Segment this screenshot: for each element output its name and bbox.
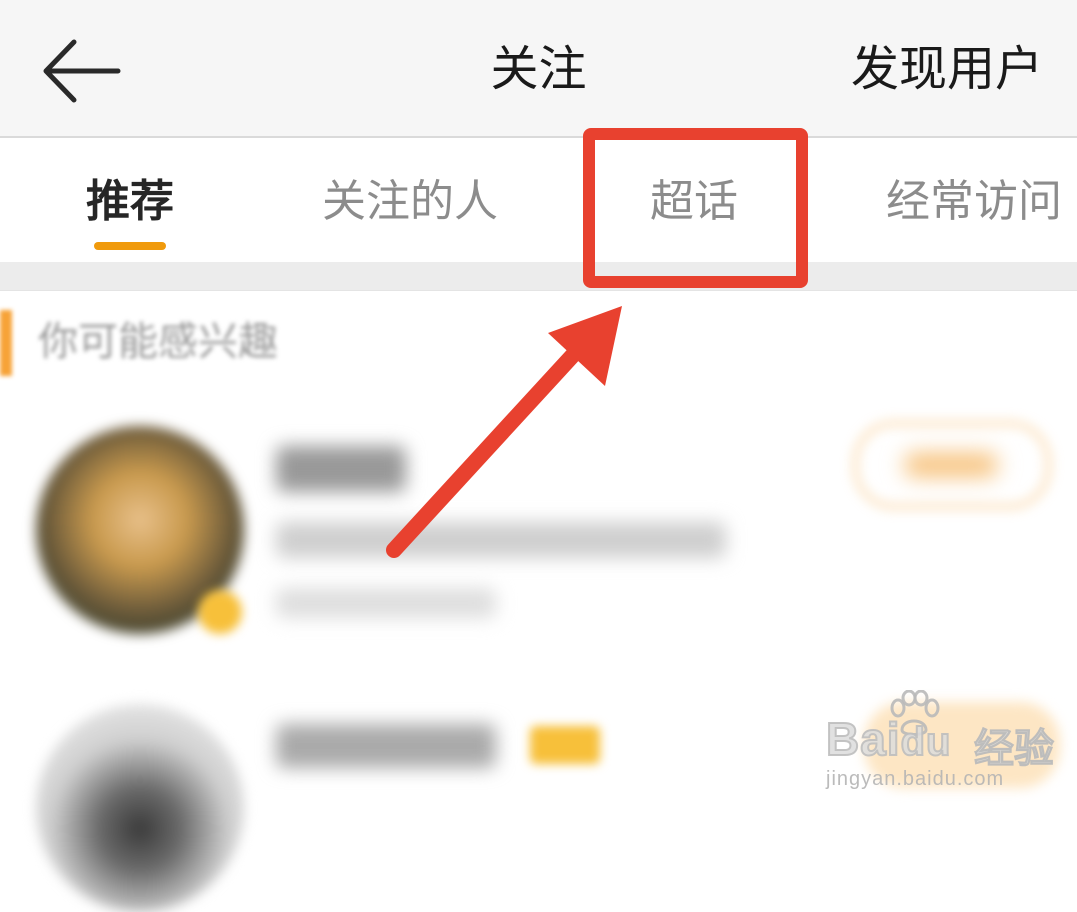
follow-label [905,453,997,477]
avatar[interactable] [36,704,244,912]
tab-frequently-visited[interactable]: 经常访问 [886,172,1062,232]
section-divider [0,262,1077,291]
watermark-logo: Baidu 经验 jingyan.baidu.com [825,690,1066,800]
verified-badge [198,590,242,634]
list-item[interactable] [0,410,1077,650]
section-accent-bar [0,310,12,376]
user-meta [276,588,496,618]
user-name [276,724,496,768]
tab-following[interactable]: 关注的人 [322,172,498,232]
watermark-brand: Baidu [825,712,952,766]
top-navigation-bar: 关注 发现用户 [0,0,1077,138]
tab-recommended[interactable]: 推荐 [86,172,174,232]
tab-bar: 推荐 关注的人 超话 经常访问 [0,138,1077,262]
annotation-highlight-box [583,128,808,288]
watermark-product: 经验 [974,726,1055,773]
section-title: 你可能感兴趣 [38,319,278,365]
user-name [276,446,406,492]
follow-button[interactable] [854,422,1050,508]
active-tab-indicator [94,242,166,250]
discover-users-button[interactable]: 发现用户 [851,36,1043,102]
level-badge [530,726,600,764]
watermark-url: jingyan.baidu.com [826,768,1005,790]
user-description [276,522,726,558]
